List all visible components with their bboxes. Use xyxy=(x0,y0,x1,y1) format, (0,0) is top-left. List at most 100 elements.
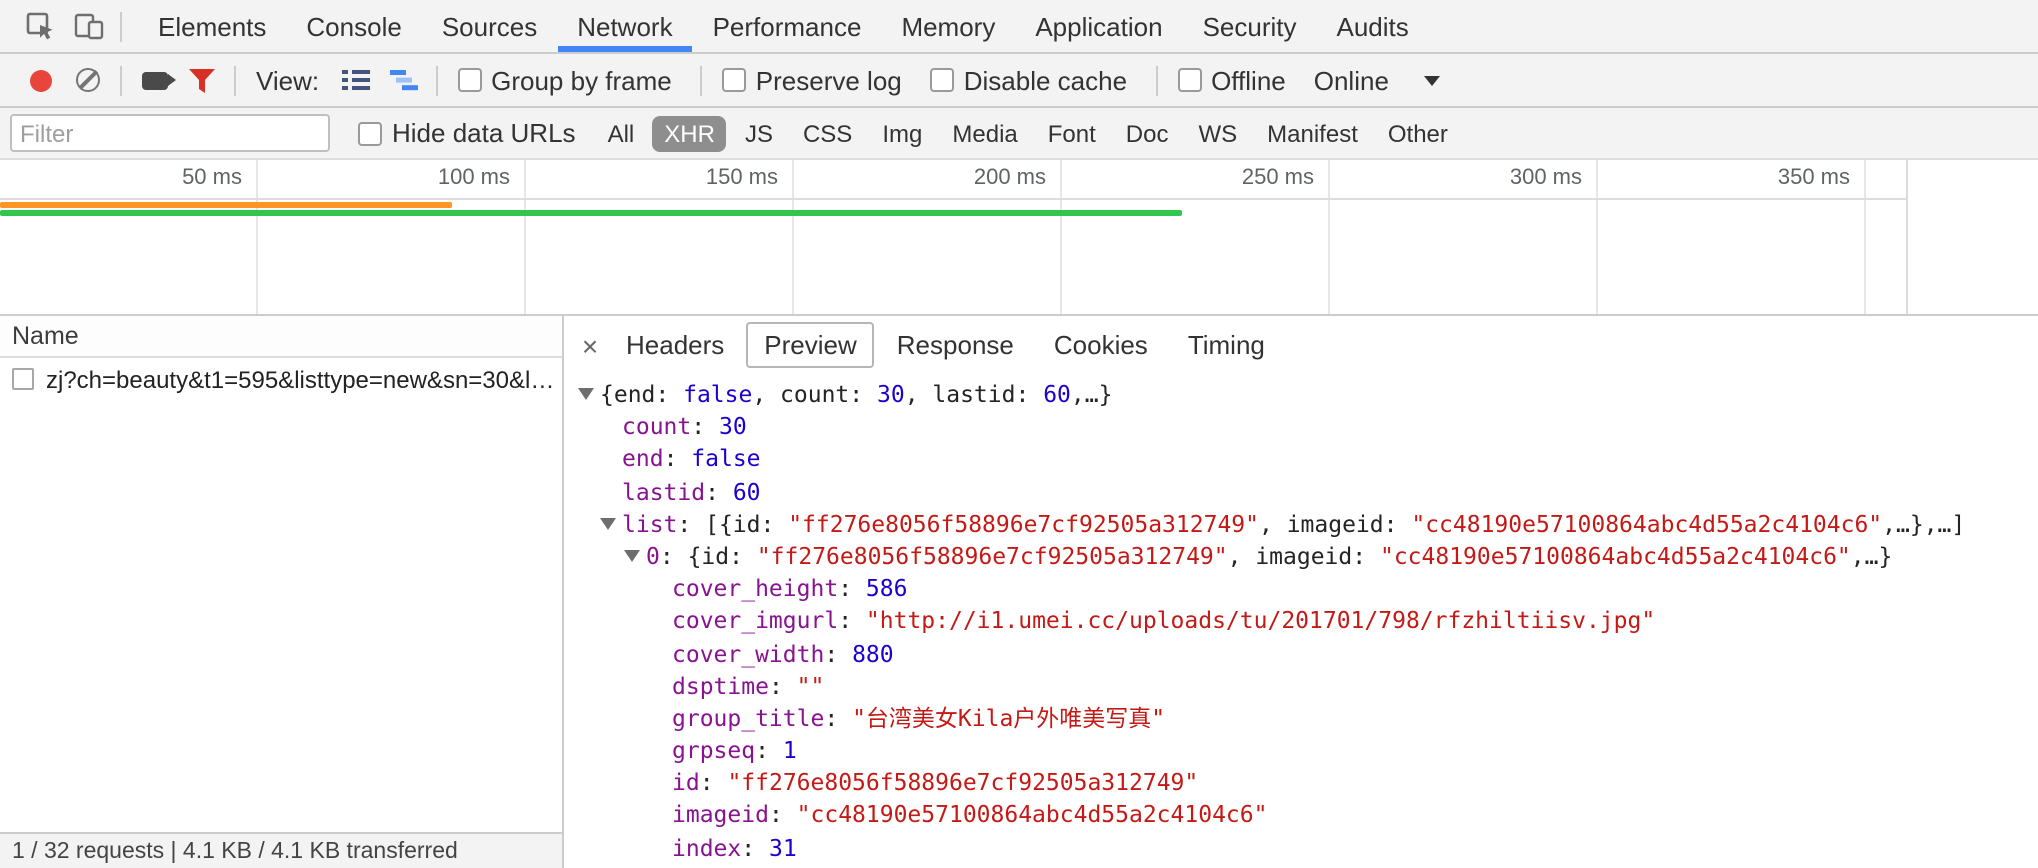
filter-input[interactable] xyxy=(10,114,330,152)
view-label: View: xyxy=(256,65,319,95)
request-row[interactable]: zj?ch=beauty&t1=595&listtype=new&sn=30&l… xyxy=(0,358,562,400)
offline-label[interactable]: Offline xyxy=(1211,65,1286,95)
clear-icon[interactable] xyxy=(64,56,112,104)
filter-type-all[interactable]: All xyxy=(596,115,647,151)
checkbox-icon[interactable] xyxy=(1177,68,1201,92)
filter-type-js[interactable]: JS xyxy=(733,115,785,151)
tree-row[interactable]: {end: false, count: 30, lastid: 60,…} xyxy=(572,378,2038,410)
separator xyxy=(1155,65,1157,95)
detail-tabs: HeadersPreviewResponseCookiesTiming xyxy=(608,322,1287,368)
tab-sources[interactable]: Sources xyxy=(422,0,557,52)
disable-cache-checkbox[interactable]: Disable cache xyxy=(930,65,1127,95)
filter-row: Hide data URLs AllXHRJSCSSImgMediaFontDo… xyxy=(0,108,2038,160)
json-key: lastid xyxy=(622,477,705,505)
filter-type-manifest[interactable]: Manifest xyxy=(1255,115,1370,151)
tab-security[interactable]: Security xyxy=(1183,0,1317,52)
timeline-gridline xyxy=(256,160,258,314)
hide-data-urls-label[interactable]: Hide data URLs xyxy=(392,118,576,148)
json-key: cover_width xyxy=(672,639,824,667)
expand-arrow-icon[interactable] xyxy=(600,518,616,538)
filter-type-doc[interactable]: Doc xyxy=(1114,115,1181,151)
hide-data-urls-checkbox[interactable]: Hide data URLs xyxy=(358,118,576,148)
filter-type-css[interactable]: CSS xyxy=(791,115,864,151)
preserve-log-label[interactable]: Preserve log xyxy=(756,65,902,95)
disable-cache-label[interactable]: Disable cache xyxy=(964,65,1127,95)
tab-performance[interactable]: Performance xyxy=(693,0,882,52)
column-header-name[interactable]: Name xyxy=(0,316,562,358)
filter-funnel-icon[interactable] xyxy=(178,56,226,104)
timeline-gridline xyxy=(524,160,526,314)
timeline-gridline xyxy=(1328,160,1330,314)
tree-row: end: false xyxy=(572,443,2038,475)
checkbox-icon[interactable] xyxy=(457,68,481,92)
filter-type-xhr[interactable]: XHR xyxy=(652,115,727,151)
tab-application[interactable]: Application xyxy=(1015,0,1182,52)
filter-type-font[interactable]: Font xyxy=(1036,115,1108,151)
timeline-gridline xyxy=(792,160,794,314)
expand-arrow-icon[interactable] xyxy=(624,550,640,570)
detail-tab-response[interactable]: Response xyxy=(879,322,1032,368)
filter-type-img[interactable]: Img xyxy=(870,115,934,151)
chevron-down-icon[interactable] xyxy=(1425,75,1441,93)
request-list: zj?ch=beauty&t1=595&listtype=new&sn=30&l… xyxy=(0,358,562,832)
inspect-element-icon[interactable] xyxy=(16,2,64,50)
tree-row: lastid: 60 xyxy=(572,475,2038,507)
request-name: zj?ch=beauty&t1=595&listtype=new&sn=30&l… xyxy=(46,365,554,393)
timeline-tick-label: 250 ms xyxy=(1148,166,1314,190)
checkbox-icon[interactable] xyxy=(722,68,746,92)
json-key: id xyxy=(672,769,700,797)
preserve-log-checkbox[interactable]: Preserve log xyxy=(722,65,902,95)
tree-gutter xyxy=(572,410,622,442)
detail-tabbar: × HeadersPreviewResponseCookiesTiming xyxy=(564,316,2038,374)
tree-gutter xyxy=(572,864,672,868)
timeline-ruler-divider xyxy=(0,198,1906,200)
close-icon[interactable]: × xyxy=(572,329,608,361)
json-key: 0 xyxy=(646,542,660,570)
tree-row[interactable]: 0: {id: "ff276e8056f58896e7cf92505a31274… xyxy=(572,540,2038,572)
name-header-label: Name xyxy=(12,322,79,350)
tree-gutter xyxy=(572,767,672,799)
filter-type-media[interactable]: Media xyxy=(940,115,1029,151)
group-by-frame-checkbox[interactable]: Group by frame xyxy=(457,65,672,95)
checkbox-icon[interactable] xyxy=(930,68,954,92)
tree-row[interactable]: list: [{id: "ff276e8056f58896e7cf92505a3… xyxy=(572,508,2038,540)
show-overview-icon[interactable] xyxy=(379,56,427,104)
tree-row: imageid: "cc48190e57100864abc4d55a2c4104… xyxy=(572,799,2038,831)
json-key: grpseq xyxy=(672,736,755,764)
expand-arrow-icon[interactable] xyxy=(578,388,594,408)
tree-row: id: "ff276e8056f58896e7cf92505a312749" xyxy=(572,767,2038,799)
throttling-dropdown[interactable]: Online xyxy=(1314,65,1441,95)
tab-memory[interactable]: Memory xyxy=(881,0,1015,52)
record-button[interactable] xyxy=(16,56,64,104)
throttling-value[interactable]: Online xyxy=(1314,65,1389,95)
detail-tab-cookies[interactable]: Cookies xyxy=(1036,322,1166,368)
tab-audits[interactable]: Audits xyxy=(1317,0,1429,52)
timeline-tick-label: 350 ms xyxy=(1684,166,1850,190)
detail-tab-headers[interactable]: Headers xyxy=(608,322,742,368)
main-tabs: ElementsConsoleSourcesNetworkPerformance… xyxy=(138,0,1429,52)
checkbox-icon[interactable] xyxy=(358,121,382,145)
timeline-tick-label: 150 ms xyxy=(612,166,778,190)
filter-type-other[interactable]: Other xyxy=(1376,115,1460,151)
file-icon xyxy=(12,368,34,390)
detail-tab-preview[interactable]: Preview xyxy=(746,322,875,368)
tree-gutter xyxy=(572,475,622,507)
offline-checkbox[interactable]: Offline xyxy=(1177,65,1286,95)
tab-network[interactable]: Network xyxy=(557,0,692,52)
large-request-rows-icon[interactable] xyxy=(331,56,379,104)
tab-console[interactable]: Console xyxy=(286,0,421,52)
json-key: imageid xyxy=(672,801,769,829)
timeline-tick-label: 50 ms xyxy=(76,166,242,190)
detail-tab-timing[interactable]: Timing xyxy=(1170,322,1283,368)
tree-gutter xyxy=(572,540,646,572)
tree-row: grpseq: 1 xyxy=(572,734,2038,766)
json-key: cover_imgurl xyxy=(672,607,838,635)
network-overview[interactable]: 50 ms100 ms150 ms200 ms250 ms300 ms350 m… xyxy=(0,160,2038,316)
device-toolbar-icon[interactable] xyxy=(64,2,112,50)
json-key: count xyxy=(622,412,691,440)
filter-type-ws[interactable]: WS xyxy=(1186,115,1249,151)
group-by-frame-label[interactable]: Group by frame xyxy=(491,65,672,95)
capture-screenshots-icon[interactable] xyxy=(130,56,178,104)
timeline-tick-label: 100 ms xyxy=(344,166,510,190)
tab-elements[interactable]: Elements xyxy=(138,0,286,52)
